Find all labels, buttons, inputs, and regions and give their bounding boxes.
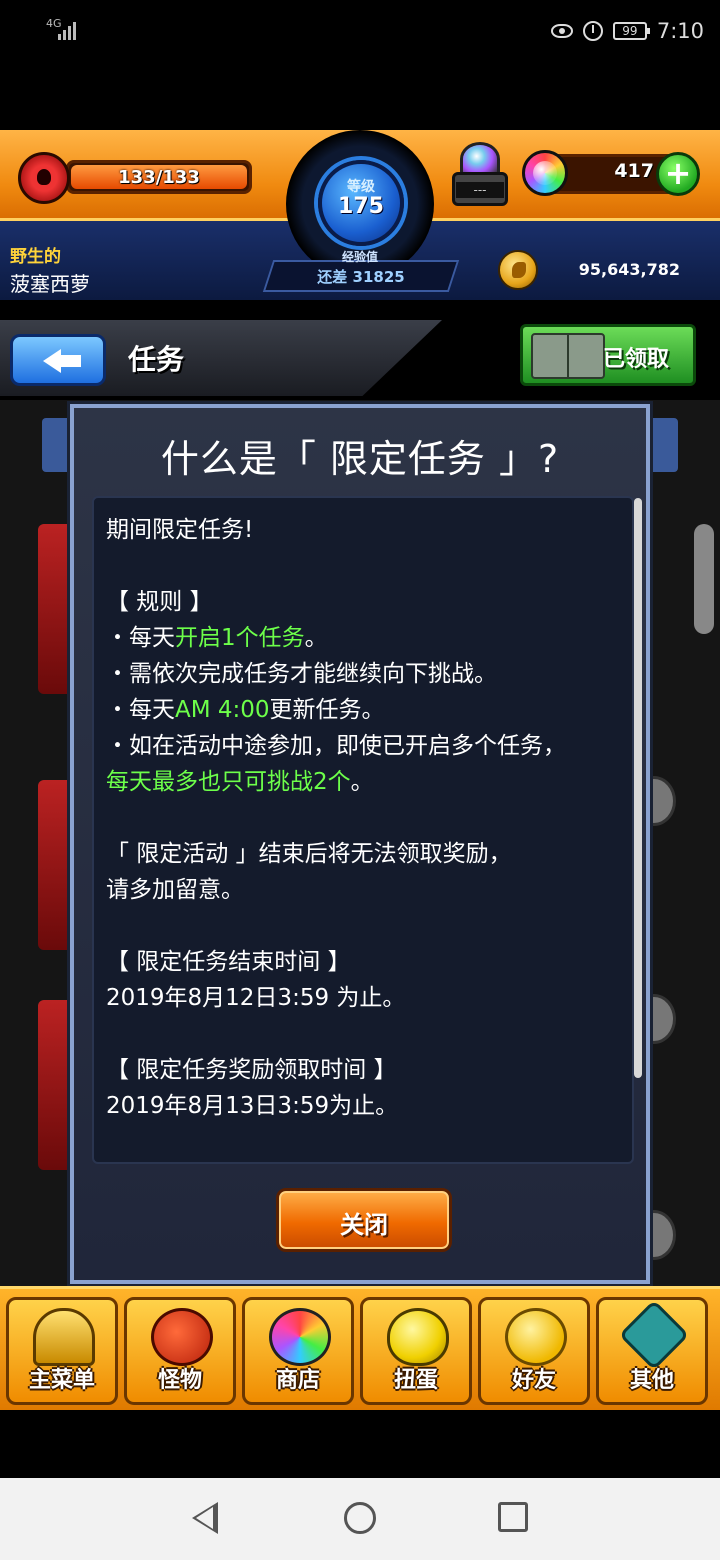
user-title: 野生的: [10, 247, 61, 267]
dialog-title: 什么是「 限定任务 」?: [160, 437, 560, 481]
recents-square-icon[interactable]: [498, 1502, 528, 1532]
hp-bar: 133/133: [66, 160, 252, 194]
rank-value: 175: [338, 194, 384, 219]
end-time: 2019年8月12日3:59 为止。: [106, 985, 406, 1011]
friends-icon: [505, 1308, 567, 1366]
monster-icon: [151, 1308, 213, 1366]
signal-icon: [58, 20, 76, 40]
nav-friends[interactable]: 好友: [478, 1297, 590, 1405]
dialog-scrollbar[interactable]: [634, 498, 642, 1078]
hp-value: 133/133: [118, 167, 200, 188]
gold-coin-icon: [498, 250, 538, 290]
nav-main-menu[interactable]: 主菜单: [6, 1297, 118, 1405]
dialog-content: 期间限定任务! 【 规则 】 ・每天开启1个任务。 ・需依次完成任务才能继续向下…: [92, 496, 634, 1164]
nav-shop[interactable]: 商店: [242, 1297, 354, 1405]
back-button[interactable]: [10, 334, 106, 386]
home-circle-icon[interactable]: [344, 1502, 376, 1534]
list-scrollbar[interactable]: [694, 524, 714, 634]
egg-icon: [387, 1308, 449, 1366]
system-nav-bar: [0, 1478, 720, 1560]
close-button[interactable]: 关闭: [276, 1188, 452, 1252]
eye-comfort-icon: [550, 24, 573, 38]
nav-gacha[interactable]: 扭蛋: [360, 1297, 472, 1405]
rank-label: 等级: [347, 179, 375, 195]
book-icon: [531, 333, 605, 379]
claimed-label: 已领取: [603, 347, 670, 372]
end-time-header: 【 限定任务结束时间 】: [106, 949, 351, 975]
rainbow-orb-icon: [269, 1308, 331, 1366]
claimed-button[interactable]: 已领取: [520, 324, 696, 386]
battery-icon: 99: [612, 22, 650, 40]
user-name: 菠塞西萝: [10, 272, 90, 296]
rule-2: ・需依次完成任务才能继续向下挑战。: [106, 661, 497, 687]
reward-time: 2019年8月13日3:59为止。: [106, 1093, 399, 1119]
exp-label: 经验值: [341, 250, 378, 264]
home-castle-icon: [33, 1308, 95, 1366]
gem-machine-icon[interactable]: ---: [450, 142, 510, 208]
status-bar: 4G 99 7:10: [0, 0, 720, 60]
add-orb-button[interactable]: +: [656, 152, 700, 196]
reward-time-header: 【 限定任务奖励领取时间 】: [106, 1057, 397, 1083]
coin-count: 95,643,782: [578, 260, 680, 279]
alarm-icon: [582, 21, 603, 41]
info-dialog: 什么是「 限定任务 」? 期间限定任务! 【 规则 】 ・每天开启1个任务。 ・…: [70, 404, 650, 1284]
game-header: 133/133 等级 175 经验值 还差 31825 --- 417 + 野生…: [0, 130, 720, 300]
nav-other[interactable]: 其他: [596, 1297, 708, 1405]
stamina-emblem-icon: [18, 152, 70, 204]
notice-line-2: 请多加留意。: [106, 877, 244, 903]
rule-4-cont: 每天最多也只可挑战2个。: [106, 769, 374, 795]
page-title: 任务: [128, 343, 185, 376]
bottom-nav: 主菜单 怪物 商店 扭蛋 好友 其他: [0, 1286, 720, 1410]
rule-1: ・每天开启1个任务。: [106, 625, 328, 651]
clock: 7:10: [656, 19, 704, 43]
nav-monster[interactable]: 怪物: [124, 1297, 236, 1405]
rules-header: 【 规则 】: [106, 589, 213, 615]
intro-text: 期间限定任务!: [106, 517, 254, 543]
notice-line-1: 「 限定活动 」结束后将无法领取奖励，: [106, 841, 512, 867]
orb-count: 417: [614, 160, 654, 182]
rule-3: ・每天AM 4:00更新任务。: [106, 697, 385, 723]
exp-remaining: 还差 31825: [317, 268, 405, 286]
close-label: 关闭: [340, 1211, 388, 1239]
gem-machine-text: ---: [456, 182, 504, 198]
other-icon: [618, 1299, 690, 1371]
title-bar: 任务 已领取: [0, 316, 720, 400]
rule-4: ・如在活动中途参加，即使已开启多个任务，: [106, 733, 566, 759]
